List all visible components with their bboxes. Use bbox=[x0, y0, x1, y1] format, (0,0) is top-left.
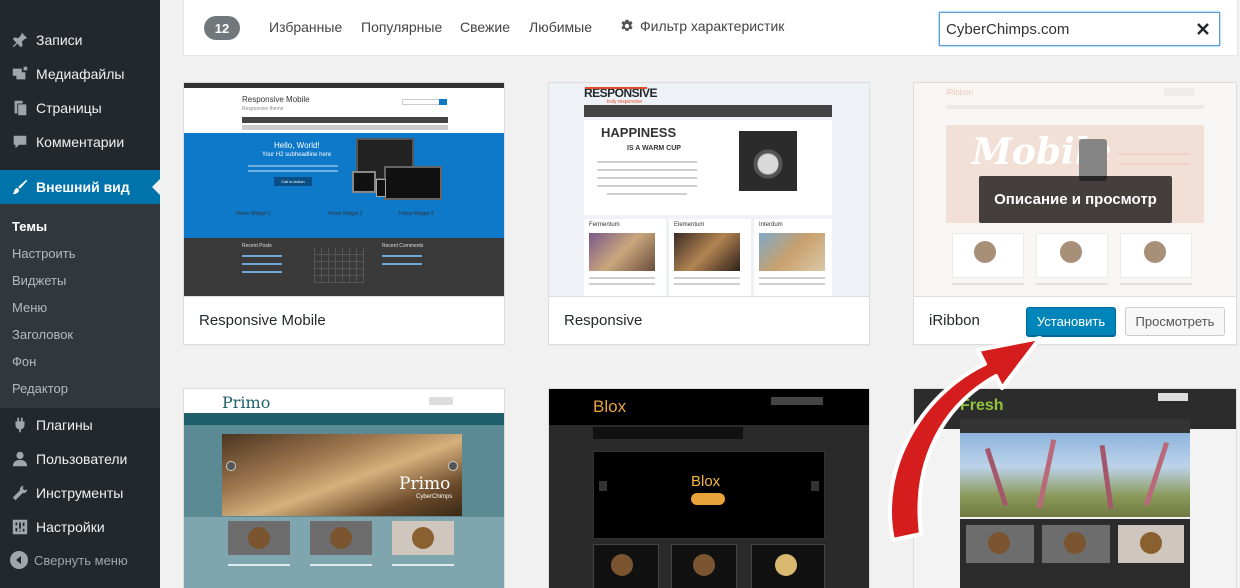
menu-label: Плагины bbox=[36, 417, 93, 433]
collapse-arrow-icon bbox=[10, 551, 28, 569]
submenu-header[interactable]: Заголовок bbox=[12, 327, 73, 342]
collapse-label: Свернуть меню bbox=[34, 552, 128, 568]
shot-logo: Fresh bbox=[960, 397, 1004, 414]
media-icon bbox=[10, 64, 30, 84]
theme-screenshot: iRibbon Mobile Описание и просмотр bbox=[914, 83, 1236, 297]
menu-item-users[interactable]: Пользователи bbox=[0, 442, 160, 476]
menu-label: Комментарии bbox=[36, 134, 125, 150]
theme-screenshot: Responsive Mobile Responsive theme Hello… bbox=[184, 83, 504, 297]
theme-card-footer: Responsive bbox=[549, 296, 869, 344]
feature-filter-label: Фильтр характеристик bbox=[640, 18, 785, 34]
menu-item-settings[interactable]: Настройки bbox=[0, 510, 160, 544]
menu-label: Записи bbox=[36, 32, 83, 48]
pin-icon bbox=[10, 30, 30, 50]
active-indicator bbox=[152, 179, 160, 195]
theme-name: Responsive Mobile bbox=[199, 312, 326, 329]
shot-logo: Blox bbox=[593, 397, 627, 416]
tab-favorites[interactable]: Любимые bbox=[529, 19, 592, 35]
theme-card-footer: Responsive Mobile bbox=[184, 296, 504, 344]
pages-icon bbox=[10, 98, 30, 118]
user-icon bbox=[10, 449, 30, 469]
shot-hero-title: Hello, World! bbox=[274, 141, 320, 150]
theme-screenshot: Blox Blox bbox=[549, 389, 869, 588]
menu-item-posts[interactable]: Записи bbox=[0, 23, 160, 57]
menu-label: Страницы bbox=[36, 100, 102, 116]
shot-widget-1: Home Widget 1 bbox=[236, 211, 271, 217]
submenu-menus[interactable]: Меню bbox=[12, 300, 47, 315]
menu-item-tools[interactable]: Инструменты bbox=[0, 476, 160, 510]
admin-sidebar: Записи Медиафайлы Страницы Комментарии В… bbox=[0, 0, 160, 588]
menu-label: Настройки bbox=[36, 519, 105, 535]
theme-card-primo[interactable]: Primo Primo CyberChimps bbox=[183, 388, 505, 588]
preview-button[interactable]: Просмотреть bbox=[1125, 307, 1225, 336]
shot-hero-sub: Your H2 subheadline here bbox=[262, 152, 332, 158]
shot-footer-col-1: Recent Posts bbox=[242, 243, 272, 249]
theme-filter-bar: 12 Избранные Популярные Свежие Любимые Ф… bbox=[183, 0, 1238, 56]
install-button[interactable]: Установить bbox=[1026, 307, 1116, 336]
submenu-themes[interactable]: Темы bbox=[12, 219, 47, 234]
settings-icon bbox=[10, 517, 30, 537]
submenu-background[interactable]: Фон bbox=[12, 354, 36, 369]
theme-name: iRibbon bbox=[929, 312, 980, 329]
theme-card-responsive[interactable]: RESPONSIVE truly responsive HAPPINESS IS… bbox=[548, 82, 870, 345]
shot-widget-3: Home Widget 3 bbox=[399, 211, 434, 217]
theme-screenshot: RESPONSIVE truly responsive HAPPINESS IS… bbox=[549, 83, 869, 297]
feature-filter-button[interactable]: Фильтр характеристик bbox=[620, 18, 784, 34]
submenu-editor[interactable]: Редактор bbox=[12, 381, 68, 396]
theme-card-iribbon[interactable]: iRibbon Mobile Описание и просмотр iRibb… bbox=[913, 82, 1237, 345]
submenu-customize[interactable]: Настроить bbox=[12, 246, 76, 261]
theme-search-box bbox=[939, 12, 1220, 46]
shot-footer-col-2: Recent Comments bbox=[382, 243, 424, 249]
theme-screenshot: Primo Primo CyberChimps bbox=[184, 389, 504, 588]
shot-hero-button: Call to Action bbox=[274, 177, 312, 186]
collapse-menu-button[interactable]: Свернуть меню bbox=[10, 551, 128, 569]
shot-logo: Primo bbox=[222, 393, 271, 412]
theme-card-blox[interactable]: Blox Blox bbox=[548, 388, 870, 588]
menu-label: Пользователи bbox=[36, 451, 128, 467]
comment-icon bbox=[10, 132, 30, 152]
plugin-icon bbox=[10, 415, 30, 435]
menu-item-plugins[interactable]: Плагины bbox=[0, 408, 160, 442]
menu-item-pages[interactable]: Страницы bbox=[0, 91, 160, 125]
menu-label: Инструменты bbox=[36, 485, 124, 501]
theme-name: Responsive bbox=[564, 312, 643, 329]
shot-subheadline: IS A WARM CUP bbox=[627, 145, 681, 152]
appearance-submenu: Темы Настроить Виджеты Меню Заголовок Фо… bbox=[0, 204, 160, 408]
tab-popular[interactable]: Популярные bbox=[361, 19, 442, 35]
menu-label: Медиафайлы bbox=[36, 66, 125, 82]
menu-label: Внешний вид bbox=[36, 179, 130, 195]
shot-headline: HAPPINESS bbox=[601, 125, 677, 140]
shot-slide-sub: CyberChimps bbox=[416, 494, 453, 500]
shot-col-3: Interdum bbox=[759, 222, 783, 228]
theme-screenshot: Fresh bbox=[914, 389, 1236, 588]
gear-icon bbox=[621, 19, 633, 31]
theme-search-input[interactable] bbox=[940, 13, 1180, 45]
submenu-widgets[interactable]: Виджеты bbox=[12, 273, 66, 288]
theme-count-badge: 12 bbox=[204, 16, 240, 40]
theme-details-overlay[interactable]: Описание и просмотр bbox=[979, 176, 1172, 223]
shot-site-title: Responsive Mobile bbox=[242, 95, 310, 104]
menu-item-media[interactable]: Медиафайлы bbox=[0, 57, 160, 91]
tab-featured[interactable]: Избранные bbox=[269, 19, 342, 35]
menu-item-comments[interactable]: Комментарии bbox=[0, 125, 160, 159]
wrench-icon bbox=[10, 483, 30, 503]
shot-tagline: Responsive theme bbox=[242, 106, 284, 112]
shot-widget-2: Home Widget 2 bbox=[328, 211, 363, 217]
shot-slide-text: Primo bbox=[399, 474, 451, 494]
tab-latest[interactable]: Свежие bbox=[460, 19, 510, 35]
shot-col-1: Fermentum bbox=[589, 222, 620, 228]
theme-card-fresh[interactable]: Fresh bbox=[913, 388, 1237, 588]
clear-search-icon[interactable] bbox=[1195, 21, 1211, 37]
theme-card-responsive-mobile[interactable]: Responsive Mobile Responsive theme Hello… bbox=[183, 82, 505, 345]
menu-item-appearance[interactable]: Внешний вид bbox=[0, 170, 160, 204]
shot-slide-text: Blox bbox=[691, 473, 721, 490]
theme-card-footer: iRibbon Установить Просмотреть bbox=[914, 296, 1236, 344]
brush-icon bbox=[10, 177, 30, 197]
shot-col-2: Elementum bbox=[674, 222, 705, 228]
